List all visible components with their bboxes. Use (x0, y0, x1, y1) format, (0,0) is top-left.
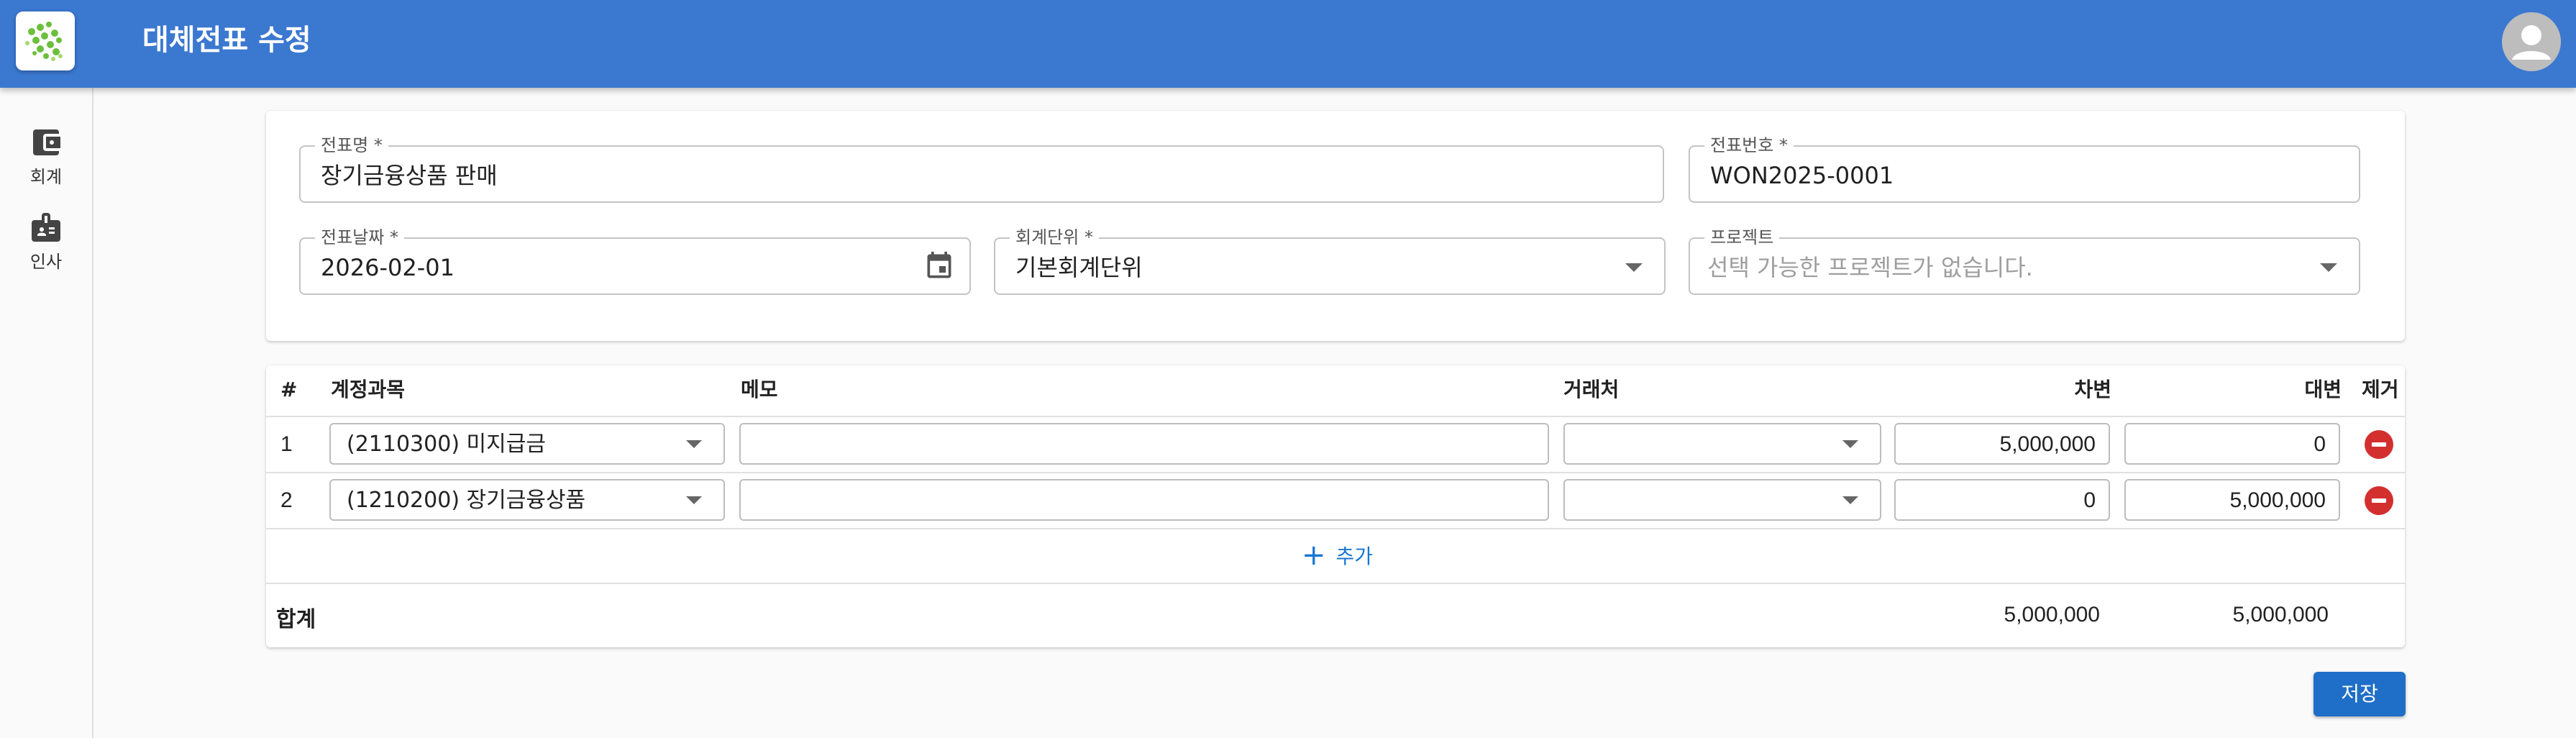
debit-input[interactable]: 0 (1894, 479, 2110, 521)
credit-value: 0 (2314, 432, 2326, 456)
chevron-down-icon (1625, 263, 1643, 272)
chevron-down-icon (1842, 440, 1858, 448)
chevron-down-icon (2320, 263, 2337, 272)
account-value: (2110300) 미지급금 (347, 432, 546, 457)
accounting-unit-select[interactable]: 회계단위 * 기본회계단위 (994, 227, 1666, 295)
sidebar-item-accounting[interactable]: 회계 (0, 125, 92, 204)
field-value: WON2025-0001 (1710, 162, 1894, 189)
credit-value: 5,000,000 (2229, 488, 2326, 512)
wallet-icon (29, 125, 63, 160)
account-select[interactable]: (2110300) 미지급금 (329, 423, 725, 465)
field-value: 2026-02-01 (321, 254, 455, 281)
account-circle-icon[interactable] (2502, 12, 2561, 71)
column-header-partner: 거래처 (1563, 378, 1620, 401)
divider (266, 528, 2405, 529)
column-header-num: # (280, 378, 298, 401)
row-number: 2 (280, 488, 293, 512)
page-title: 대체전표 수정 (142, 24, 311, 57)
sidebar-item-label: 회계 (29, 167, 63, 187)
divider (266, 472, 2405, 473)
sidebar-item-hr[interactable]: 인사 (0, 210, 92, 289)
column-header-memo: 메모 (741, 378, 778, 401)
debit-value: 0 (2083, 488, 2096, 512)
row-number: 1 (280, 432, 293, 456)
sidebar: 회계 인사 (0, 88, 93, 738)
chevron-down-icon (686, 440, 702, 448)
project-select[interactable]: 프로젝트 선택 가능한 프로젝트가 없습니다. (1689, 227, 2360, 295)
partner-select[interactable] (1563, 423, 1881, 465)
voucher-name-field[interactable]: 전표명 * 장기금융상품 판매 (299, 135, 1664, 203)
column-header-remove: 제거 (2362, 378, 2399, 401)
voucher-date-field[interactable]: 전표날짜 * 2026-02-01 (299, 227, 971, 295)
add-row-label: 추가 (1335, 545, 1374, 568)
app-bar: 대체전표 수정 (0, 0, 2576, 88)
debit-value: 5,000,000 (1999, 432, 2096, 456)
total-label: 합계 (276, 607, 316, 632)
remove-row-icon[interactable] (2365, 430, 2393, 459)
badge-icon (29, 210, 63, 245)
divider (266, 416, 2405, 417)
column-header-credit: 대변 (2304, 378, 2342, 401)
memo-input[interactable] (739, 479, 1549, 521)
credit-input[interactable]: 5,000,000 (2124, 479, 2340, 521)
field-label: 회계단위 * (1010, 227, 1099, 247)
field-label: 전표날짜 * (315, 227, 404, 247)
account-select[interactable]: (1210200) 장기금융상품 (329, 479, 725, 521)
sidebar-item-label: 인사 (29, 252, 63, 272)
total-credit: 5,000,000 (2232, 603, 2329, 627)
debit-input[interactable]: 5,000,000 (1894, 423, 2110, 465)
total-debit: 5,000,000 (2004, 603, 2100, 627)
memo-input[interactable] (739, 423, 1549, 465)
field-label: 전표명 * (315, 135, 388, 155)
field-value: 장기금융상품 판매 (321, 162, 498, 189)
chevron-down-icon (686, 496, 702, 504)
field-value: 기본회계단위 (1015, 254, 1143, 281)
field-label: 프로젝트 (1704, 227, 1780, 247)
divider (266, 583, 2405, 584)
account-value: (1210200) 장기금융상품 (347, 488, 586, 513)
field-label: 전표번호 * (1704, 135, 1794, 155)
app-logo-icon[interactable] (16, 12, 75, 70)
field-placeholder: 선택 가능한 프로젝트가 없습니다. (1707, 254, 2033, 281)
voucher-number-field[interactable]: 전표번호 * WON2025-0001 (1689, 135, 2360, 203)
save-button[interactable]: 저장 (2314, 672, 2406, 716)
remove-row-icon[interactable] (2365, 486, 2393, 515)
chevron-down-icon (1842, 496, 1858, 504)
credit-input[interactable]: 0 (2124, 423, 2340, 465)
plus-icon: + (1302, 539, 1326, 572)
partner-select[interactable] (1563, 479, 1881, 521)
column-header-account: 계정과목 (331, 378, 406, 401)
add-row-button[interactable]: + 추가 (1302, 538, 1373, 573)
column-header-debit: 차변 (2074, 378, 2111, 401)
calendar-icon[interactable] (923, 250, 955, 282)
